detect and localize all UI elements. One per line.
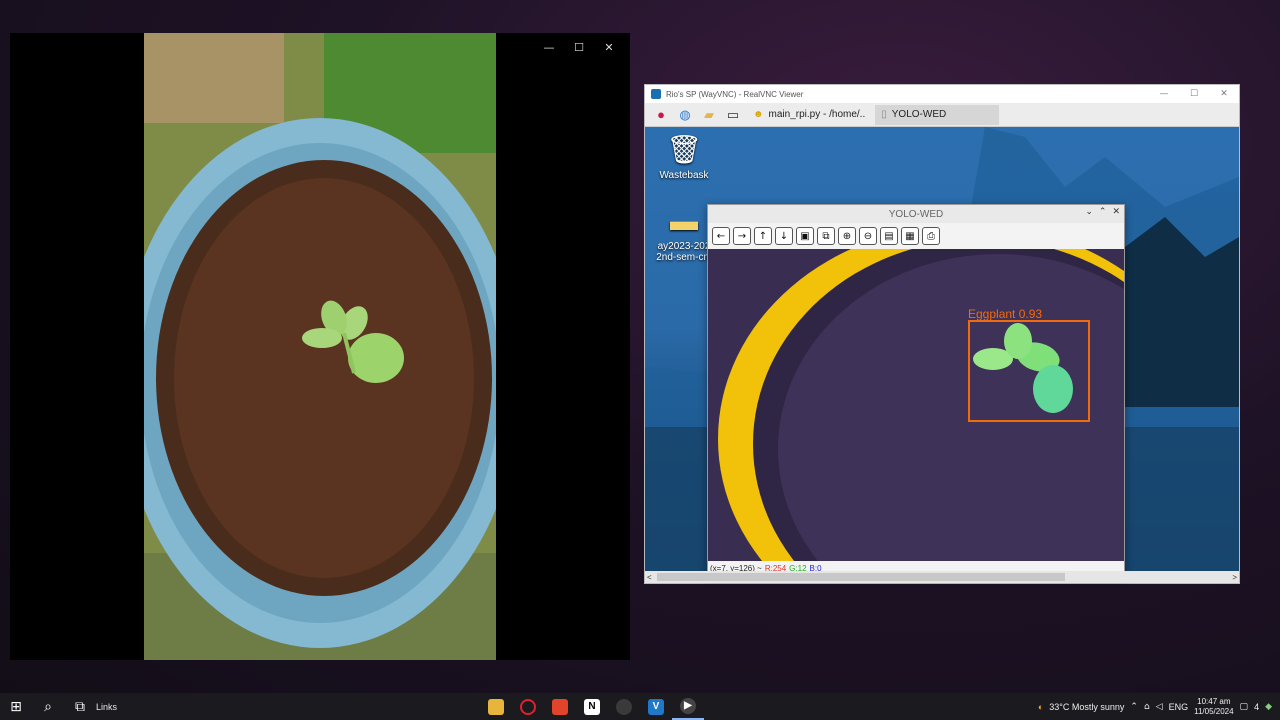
desktop-icon-label: Wastebask bbox=[659, 170, 709, 181]
raspberry-menu-icon[interactable]: ● bbox=[651, 105, 671, 125]
zoom-in-button[interactable]: ⊕ bbox=[838, 227, 856, 245]
task-label: YOLO-WED bbox=[891, 109, 947, 120]
windows-taskbar: ⊞ ⌕ ⧉ Links N V ▶ ◐ 33°C Mostly sunny ⌃ … bbox=[0, 693, 1280, 720]
recorder-icon bbox=[616, 698, 632, 715]
zoom-fit-button[interactable]: ▣ bbox=[796, 227, 814, 245]
vnc-close-button[interactable]: ✕ bbox=[1209, 89, 1239, 99]
vnc-horizontal-scrollbar[interactable]: < > bbox=[645, 571, 1239, 583]
terminal-icon[interactable]: ▭ bbox=[723, 105, 743, 125]
plant-pot-image bbox=[144, 33, 496, 660]
yolo-expand-button[interactable]: ⌃ bbox=[1099, 207, 1107, 217]
clock[interactable]: 10:47 am 11/05/2024 bbox=[1194, 697, 1233, 717]
vnc-maximize-button[interactable]: ☐ bbox=[1179, 89, 1209, 99]
save-image-button[interactable]: ▤ bbox=[880, 227, 898, 245]
vnc-viewer-window: Rio's SP (WayVNC) - RealVNC Viewer — ☐ ✕… bbox=[644, 84, 1240, 584]
detection-bounding-box bbox=[968, 320, 1090, 422]
show-hidden-icons[interactable]: ⌃ bbox=[1130, 702, 1138, 712]
viewer-minimize-button[interactable]: — bbox=[534, 37, 564, 57]
photo-viewer-window: — ☐ ✕ bbox=[10, 33, 630, 660]
pdf-icon bbox=[552, 698, 568, 715]
task-view-icon[interactable]: ⧉ bbox=[64, 693, 96, 720]
pan-down-button[interactable]: ↓ bbox=[775, 227, 793, 245]
language-indicator[interactable]: ENG bbox=[1169, 702, 1189, 712]
notification-icon[interactable]: ▢ bbox=[1240, 702, 1249, 712]
windows-start-icon[interactable]: ⊞ bbox=[0, 693, 32, 720]
yolo-title: YOLO-WED bbox=[888, 208, 944, 220]
clock-date: 11/05/2024 bbox=[1194, 706, 1234, 716]
task-label: main_rpi.py - /home/.. bbox=[768, 109, 866, 120]
trash-icon: 🗑 bbox=[666, 134, 702, 165]
task-button-main-rpi[interactable]: ☻ main_rpi.py - /home/.. bbox=[747, 105, 871, 125]
file-explorer-app[interactable] bbox=[480, 693, 512, 720]
properties-button[interactable]: ⎙ bbox=[922, 227, 940, 245]
media-player-app[interactable]: ▶ bbox=[672, 693, 704, 720]
task-button-yolo-wed[interactable]: ▯ YOLO-WED bbox=[875, 104, 1000, 125]
search-icon[interactable]: ⌕ bbox=[32, 693, 64, 720]
pdf-app[interactable] bbox=[544, 693, 576, 720]
file-manager-icon[interactable]: ▰ bbox=[699, 105, 719, 125]
pi-desktop: 🗑 Wastebask ▬ ay2023-202 2nd-sem-cm YOLO… bbox=[645, 127, 1239, 576]
yolo-close-button[interactable]: ✕ bbox=[1112, 207, 1120, 217]
play-icon: ▶ bbox=[680, 697, 696, 714]
weather-icon: ◐ bbox=[1037, 701, 1044, 712]
volume-icon[interactable]: ◁ bbox=[1156, 702, 1163, 712]
yolo-title-bar[interactable]: YOLO-WED ⌄ ⌃ ✕ bbox=[708, 205, 1124, 223]
scroll-left-arrow[interactable]: < bbox=[647, 573, 652, 582]
links-toolbar[interactable]: Links bbox=[96, 702, 117, 712]
pinned-apps: N V ▶ bbox=[480, 693, 704, 720]
plant-photo bbox=[144, 33, 496, 660]
clock-time: 10:47 am bbox=[1197, 696, 1231, 706]
detection-label: Eggplant 0.93 bbox=[968, 307, 1043, 321]
system-tray: ◐ 33°C Mostly sunny ⌃ ⌂ ◁ ENG 10:47 am 1… bbox=[1038, 693, 1280, 720]
notion-app[interactable]: N bbox=[576, 693, 608, 720]
viewer-window-controls: — ☐ ✕ bbox=[534, 37, 624, 57]
vnc-app-icon: V bbox=[648, 698, 664, 715]
folder-icon bbox=[488, 698, 504, 715]
pan-left-button[interactable]: ← bbox=[712, 227, 730, 245]
weather-text[interactable]: 33°C Mostly sunny bbox=[1049, 702, 1124, 712]
copilot-icon[interactable]: ◆ bbox=[1265, 701, 1272, 712]
notification-count: 4 bbox=[1254, 701, 1260, 712]
viewer-maximize-button[interactable]: ☐ bbox=[564, 37, 594, 57]
vnc-viewer-app[interactable]: V bbox=[640, 693, 672, 720]
yolo-window: YOLO-WED ⌄ ⌃ ✕ ← → ↑ ↓ ▣ ⧉ ⊕ ⊖ ▤ ▦ ⎙ Egg… bbox=[707, 204, 1125, 576]
python-ide-icon: ☻ bbox=[753, 109, 764, 120]
browser-globe-icon[interactable]: ◍ bbox=[675, 105, 695, 125]
vnc-minimize-button[interactable]: — bbox=[1149, 89, 1179, 99]
vnc-logo-icon bbox=[651, 89, 661, 99]
desktop-icon-label: ay2023-202 2nd-sem-cm bbox=[656, 241, 712, 263]
yolo-toolbar: ← → ↑ ↓ ▣ ⧉ ⊕ ⊖ ▤ ▦ ⎙ bbox=[708, 223, 1124, 249]
network-icon[interactable]: ⌂ bbox=[1144, 702, 1150, 712]
zoom-out-button[interactable]: ⊖ bbox=[859, 227, 877, 245]
zoom-original-button[interactable]: ⧉ bbox=[817, 227, 835, 245]
detection-frame: Eggplant 0.93 bbox=[708, 249, 1124, 561]
desktop-icon-wastebasket[interactable]: 🗑 Wastebask bbox=[649, 133, 719, 181]
pi-taskbar: ● ◍ ▰ ▭ ☻ main_rpi.py - /home/.. ▯ YOLO-… bbox=[645, 103, 1239, 127]
pan-up-button[interactable]: ↑ bbox=[754, 227, 772, 245]
copy-image-button[interactable]: ▦ bbox=[901, 227, 919, 245]
opera-app[interactable] bbox=[512, 693, 544, 720]
viewer-close-button[interactable]: ✕ bbox=[594, 37, 624, 57]
screen-recorder-app[interactable] bbox=[608, 693, 640, 720]
yolo-collapse-button[interactable]: ⌄ bbox=[1085, 207, 1093, 217]
pan-right-button[interactable]: → bbox=[733, 227, 751, 245]
vnc-title-bar[interactable]: Rio's SP (WayVNC) - RealVNC Viewer — ☐ ✕ bbox=[645, 85, 1239, 103]
notion-icon: N bbox=[584, 698, 600, 715]
scroll-thumb[interactable] bbox=[657, 573, 1065, 581]
opera-icon bbox=[520, 698, 536, 715]
vnc-title: Rio's SP (WayVNC) - RealVNC Viewer bbox=[666, 89, 804, 99]
window-icon: ▯ bbox=[881, 109, 887, 120]
scroll-right-arrow[interactable]: > bbox=[1232, 573, 1237, 582]
